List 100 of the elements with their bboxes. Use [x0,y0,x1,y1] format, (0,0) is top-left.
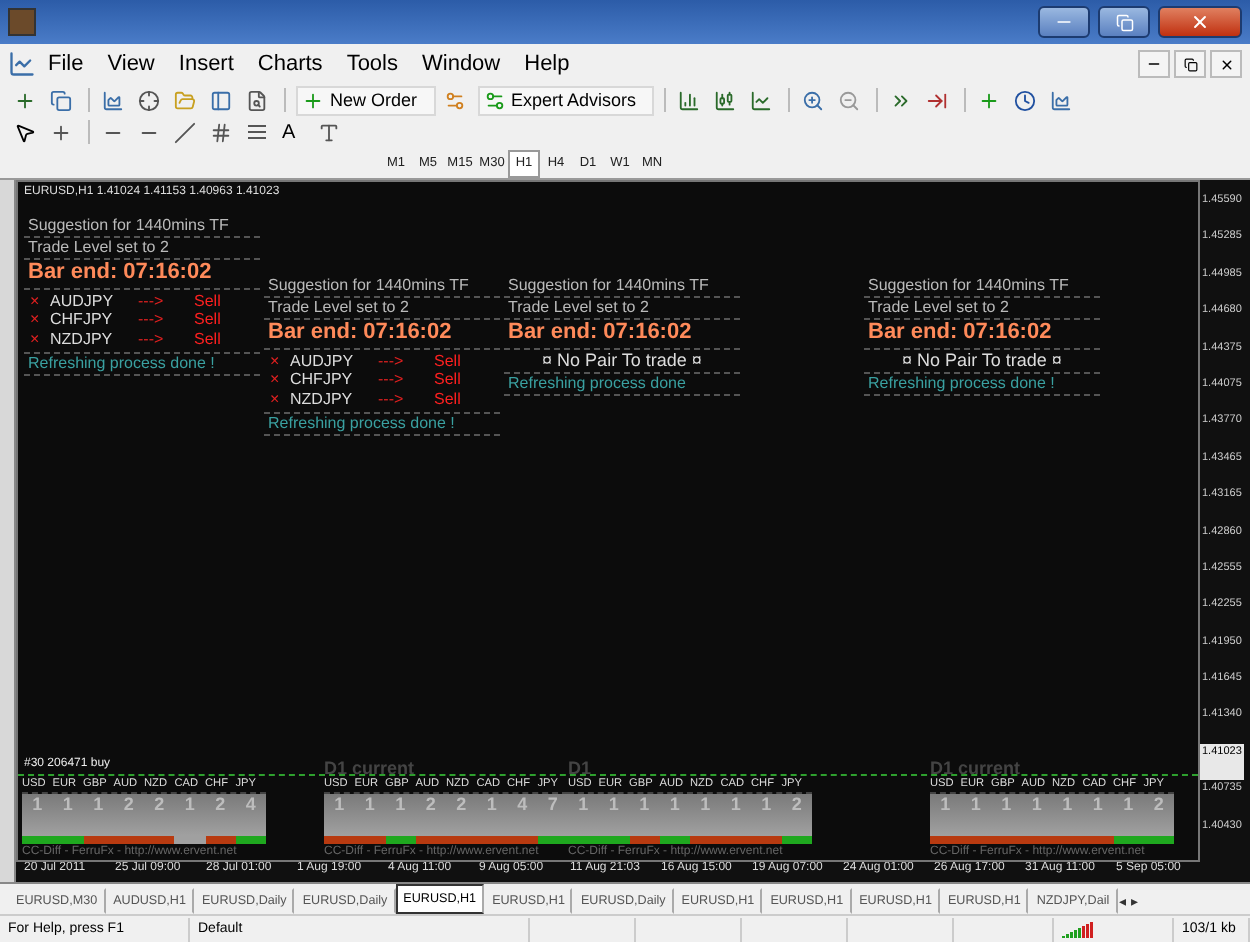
new-order-button[interactable]: New Order [296,85,436,115]
strength-value: 1 [364,794,375,814]
trade-level-text: Trade Level set to 2 [864,298,1100,320]
suggestion-text: Suggestion for 1440mins TF [864,276,1100,298]
app-logo-icon [8,50,36,78]
strength-value: 2 [456,794,467,814]
strength-value: 2 [791,794,802,814]
strength-value: 2 [154,794,165,814]
close-button[interactable] [1210,50,1242,78]
bar-end-text: Bar end: 07:16:02 [864,320,1100,350]
strength-value: 2 [215,794,226,814]
pair-name: AUDJPY [290,351,356,371]
plus-icon [14,89,36,111]
strength-value: 2 [123,794,134,814]
status-message: Refreshing process done ! [24,353,260,376]
clock-icon [1014,89,1037,111]
cross-mark: × [270,351,282,371]
menu-item[interactable]: View [95,52,167,76]
pair-name: NZDJPY [50,329,115,350]
strength-value: 1 [93,794,104,814]
arrow-text: ---> [138,329,166,350]
strength-value: 4 [517,794,528,814]
strength-value: 1 [1031,794,1042,814]
minimize-button[interactable] [1038,6,1090,38]
menu-item[interactable]: Tools [334,52,410,76]
sell-signal: Sell [194,329,223,350]
cursor-icon [14,121,36,143]
menu-item[interactable]: Insert [166,52,246,76]
text-button[interactable]: A [280,117,310,147]
suggestion-text: Suggestion for 1440mins TF [264,276,500,298]
strength-value: 1 [578,794,589,814]
suggestion-text: Suggestion for 1440mins TF [504,276,740,298]
panel-icon [210,89,232,111]
windows-icon [50,89,72,111]
sell-signal: Sell [434,351,463,371]
status-message: Refreshing process done ! [864,374,1100,396]
pair-name: CHFJPY [50,310,115,330]
strength-value: 1 [395,794,406,814]
strength-value: 1 [486,794,497,814]
plus-icon [302,89,324,111]
arrow-text: ---> [138,310,166,330]
strength-value: 1 [62,794,73,814]
strength-value: 1 [669,794,680,814]
strength-value: 1 [639,794,650,814]
plus-icon [978,89,1001,111]
hash-icon [210,121,232,143]
crosshair-icon [50,121,72,143]
menu-item[interactable]: File [36,52,96,76]
restore-icon [1115,13,1133,31]
status-message: Refreshing process done ! [264,413,500,436]
strength-value: 1 [700,794,711,814]
restore-icon [1183,57,1197,71]
strength-value: 1 [1062,794,1073,814]
sell-signal: Sell [434,370,463,390]
sell-signal: Sell [194,310,223,330]
arrow-text: ---> [378,370,406,390]
cross-mark: × [30,310,42,330]
strength-value: 4 [245,794,256,814]
trade-level-text: Trade Level set to 2 [264,298,500,320]
zoom-in-icon [802,89,825,111]
strip-title: D1 [568,758,594,778]
folder-icon [174,89,196,111]
arrow-text: ---> [378,389,406,410]
strength-value: 1 [730,794,741,814]
arrow-text: ---> [378,351,406,371]
strength-value: 1 [608,794,619,814]
restore-button[interactable] [1174,50,1206,78]
status-message: Refreshing process done [504,374,740,396]
bar-end-text: Bar end: 07:16:02 [264,320,500,350]
minimize-button[interactable] [1138,50,1170,78]
strength-value: 1 [1001,794,1012,814]
menu-item[interactable]: Window [410,52,513,76]
close-button[interactable] [1158,6,1242,38]
pair-name: CHFJPY [290,370,355,390]
chart-icon [102,89,124,111]
menu-item[interactable]: Charts [245,52,335,76]
pair-name: NZDJPY [290,389,355,410]
strength-value: 1 [32,794,43,814]
strength-value: 2 [1153,794,1164,814]
diagonal-line-icon [174,121,196,143]
strength-value: 1 [184,794,195,814]
line-chart-icon [750,89,773,111]
strength-value: 7 [547,794,558,814]
lines-icon [246,121,268,143]
trade-level-text: Trade Level set to 2 [24,238,260,260]
bar-chart-icon [678,89,701,111]
scroll-icon [890,89,913,111]
pair-name: AUDJPY [50,291,116,311]
strength-value: 1 [761,794,772,814]
bar-end-text: Bar end: 07:16:02 [504,320,740,350]
menu-item[interactable]: Help [512,52,582,76]
zoom-out-icon [838,89,861,111]
strip-title: D1 current [930,758,1023,778]
document-search-icon [246,89,268,111]
shift-icon [926,89,949,111]
no-pair-message: ¤ No Pair To trade ¤ [504,349,740,374]
expert-advisors-button[interactable]: Expert Advisors [477,85,655,115]
cross-mark: × [30,291,42,311]
restore-button[interactable] [1098,6,1150,38]
crosshair-icon [138,89,160,111]
